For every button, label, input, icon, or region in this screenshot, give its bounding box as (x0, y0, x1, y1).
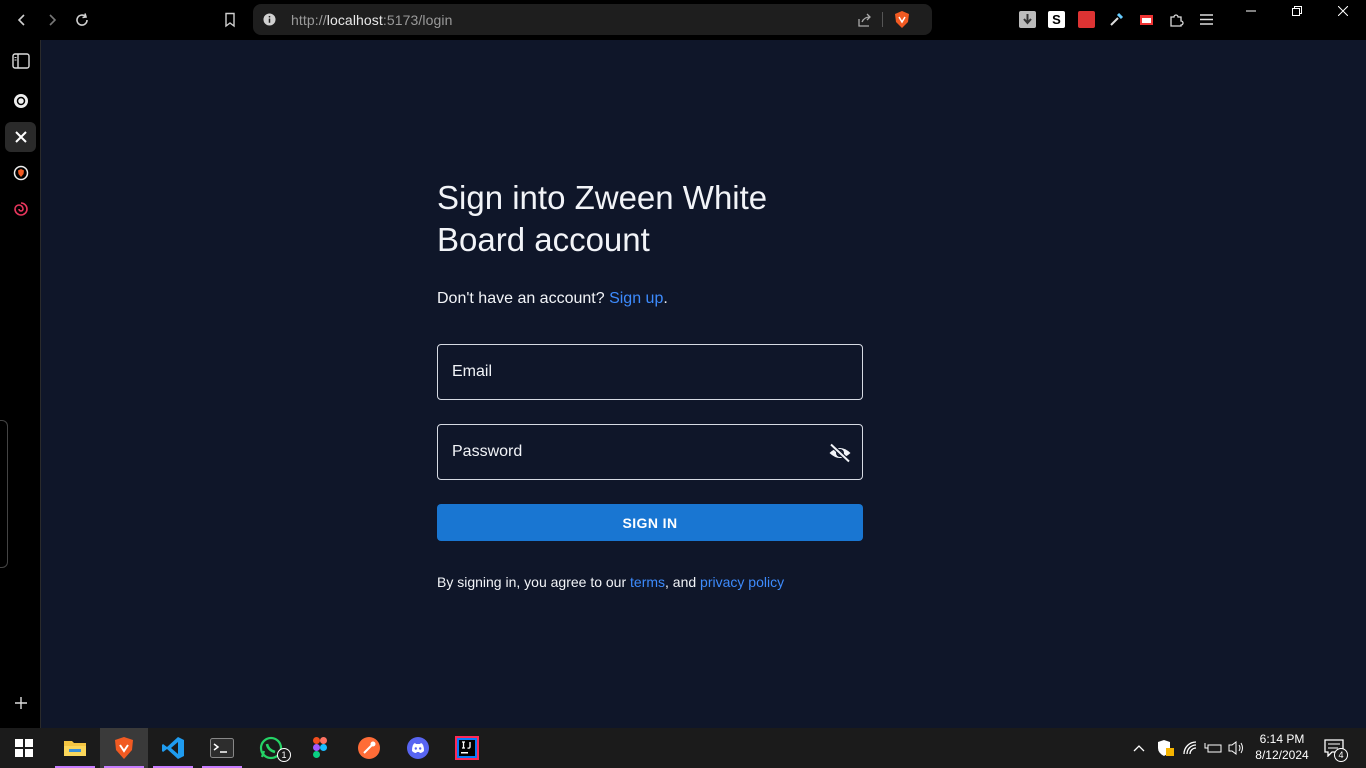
chevron-up-icon (1133, 745, 1145, 752)
wifi-icon (1183, 741, 1197, 755)
page-title: Sign into Zween White Board account (437, 179, 768, 258)
leo-ai-icon (13, 202, 28, 216)
back-button[interactable] (10, 8, 34, 32)
download-extension-icon[interactable] (1019, 11, 1036, 28)
taskbar-file-explorer[interactable] (51, 728, 99, 768)
s-extension-icon[interactable]: S (1048, 11, 1065, 28)
postman-icon (358, 737, 380, 759)
chatgpt-icon (13, 94, 28, 108)
terms-text: By signing in, you agree to our terms, a… (437, 574, 784, 590)
show-hidden-icons-button[interactable] (1132, 728, 1146, 768)
intellij-icon (455, 736, 479, 760)
chevron-right-icon (49, 14, 57, 26)
reload-button[interactable] (70, 8, 94, 32)
sidebar-item-x[interactable] (5, 122, 36, 152)
email-field[interactable]: Email (437, 344, 863, 400)
battery-tray-icon[interactable] (1204, 728, 1222, 768)
restore-icon (1292, 6, 1302, 16)
url-scheme: http:// (291, 12, 327, 28)
whatsapp-badge: 1 (277, 748, 291, 762)
password-label: Password (452, 443, 523, 460)
restore-button[interactable] (1274, 0, 1320, 22)
browser-sidebar (0, 40, 41, 728)
sidebar-item-chatgpt[interactable] (5, 86, 36, 116)
url-host: localhost (326, 12, 383, 28)
reload-icon (76, 13, 88, 26)
toggle-password-visibility-button[interactable] (826, 439, 854, 467)
url-path: :5173/login (382, 12, 453, 28)
clock-date: 8/12/2024 (1255, 748, 1309, 762)
window-extension-icon[interactable] (1138, 11, 1155, 28)
info-icon[interactable] (263, 13, 276, 26)
taskbar-intellij[interactable] (443, 728, 491, 768)
figma-icon (313, 737, 327, 758)
password-field[interactable]: Password (437, 424, 863, 480)
taskbar-postman[interactable] (345, 728, 393, 768)
taskbar-brave[interactable] (100, 728, 148, 768)
bookmark-button[interactable] (218, 8, 242, 32)
url-text[interactable]: http://localhost:5173/login (291, 12, 453, 28)
puzzle-extensions-icon[interactable] (1168, 11, 1185, 28)
terms-mid: , and (665, 574, 697, 590)
eye-off-icon (829, 443, 851, 463)
sidebar-resize-handle[interactable] (0, 420, 8, 568)
browser-toolbar: http://localhost:5173/login S (0, 0, 1366, 40)
network-tray-icon[interactable] (1182, 728, 1198, 768)
windows-icon (15, 739, 33, 757)
taskbar-discord[interactable] (394, 728, 442, 768)
menu-icon[interactable] (1198, 11, 1215, 28)
windows-taskbar: 1 6:14 PM 8/12/2024 4 (0, 728, 1366, 768)
red-extension-icon[interactable] (1078, 11, 1095, 28)
terms-link[interactable]: terms (630, 574, 665, 590)
taskbar-figma[interactable] (296, 728, 344, 768)
forward-button[interactable] (40, 8, 64, 32)
sidebar-add-button[interactable] (5, 688, 36, 718)
privacy-policy-link[interactable]: privacy policy (700, 574, 784, 590)
notifications-button[interactable]: 4 (1324, 728, 1348, 768)
address-bar[interactable]: http://localhost:5173/login (253, 4, 932, 35)
email-label: Email (452, 363, 493, 380)
bookmark-icon (225, 12, 235, 28)
sidebar-item-brave-talk[interactable] (5, 158, 36, 188)
sidebar-toggle-button[interactable] (5, 46, 36, 76)
signup-prompt: Don't have an account? Sign up. (437, 290, 668, 308)
taskbar-whatsapp[interactable]: 1 (247, 728, 295, 768)
sidebar-panel-icon (11, 53, 30, 69)
discord-icon (407, 737, 429, 759)
notifications-badge: 4 (1334, 748, 1348, 762)
taskbar-vscode[interactable] (149, 728, 197, 768)
minimize-button[interactable] (1228, 0, 1274, 22)
taskbar-terminal[interactable] (198, 728, 246, 768)
vscode-icon (162, 737, 184, 759)
chevron-left-icon (17, 14, 25, 26)
login-page: Sign into Zween White Board account Don'… (41, 40, 1366, 728)
sidebar-item-leo[interactable] (5, 194, 36, 224)
folder-icon (64, 741, 86, 756)
close-icon (1338, 6, 1348, 16)
start-button[interactable] (0, 728, 48, 768)
clock-time: 6:14 PM (1259, 732, 1305, 746)
signup-period: . (663, 290, 668, 307)
sign-in-button[interactable]: SIGN IN (437, 504, 863, 541)
brave-shields-icon[interactable] (893, 10, 911, 29)
terms-prefix: By signing in, you agree to our (437, 574, 627, 590)
share-icon[interactable] (857, 12, 873, 28)
brave-icon (115, 737, 133, 759)
eyedropper-extension-icon[interactable] (1108, 11, 1125, 28)
shield-icon (1158, 740, 1174, 756)
battery-icon (1204, 743, 1222, 753)
system-clock[interactable]: 6:14 PM 8/12/2024 (1250, 731, 1314, 763)
close-window-button[interactable] (1320, 0, 1366, 22)
brave-talk-icon (13, 165, 28, 181)
security-tray-icon[interactable] (1156, 728, 1174, 768)
divider (882, 12, 883, 27)
speaker-icon (1228, 741, 1243, 755)
plus-icon (14, 697, 27, 709)
volume-tray-icon[interactable] (1228, 728, 1246, 768)
minimize-icon (1246, 10, 1256, 12)
signup-prompt-text: Don't have an account? (437, 290, 605, 307)
signup-link[interactable]: Sign up (609, 290, 663, 307)
terminal-icon (210, 738, 234, 758)
x-icon (14, 131, 27, 143)
